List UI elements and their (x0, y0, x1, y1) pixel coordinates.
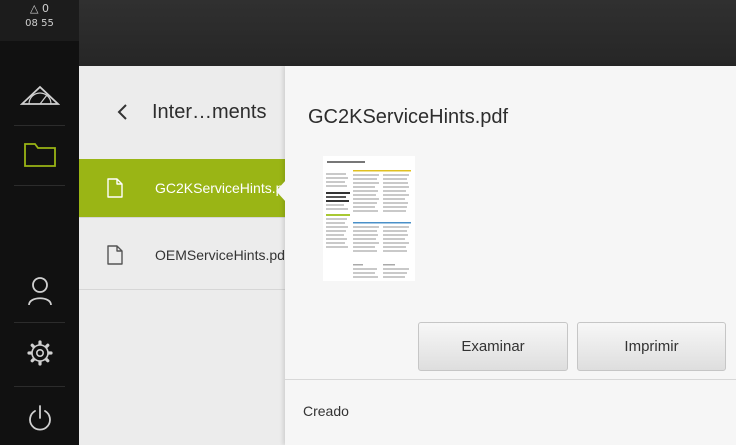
file-item[interactable]: OEMServiceHints.pdf (79, 226, 285, 284)
power-icon (28, 404, 51, 431)
sidebar: △ 0 08 55 (0, 0, 79, 445)
folder-header: Inter…ments (79, 66, 285, 159)
status-area: △ 0 08 55 (0, 0, 79, 41)
sidebar-item-power[interactable] (0, 390, 79, 445)
file-icon (107, 245, 123, 265)
examine-button[interactable]: Examinar (418, 322, 568, 371)
divider (14, 386, 65, 387)
created-label: Creado (303, 403, 349, 419)
selection-pointer (276, 180, 286, 202)
folder-title: Inter…ments (152, 101, 267, 123)
file-item-selected[interactable]: GC2KServiceHints.pdf (79, 159, 285, 217)
preview-title: GC2KServiceHints.pdf (308, 106, 509, 128)
file-name: GC2KServiceHints.pdf (155, 180, 285, 196)
file-list-panel: Inter…ments GC2KServiceHints.pdf OEMServ… (79, 66, 285, 445)
print-button[interactable]: Imprimir (577, 322, 726, 371)
warning-count: 0 (41, 2, 49, 15)
clock: 08 55 (25, 18, 54, 29)
document-thumbnail (323, 156, 415, 281)
file-icon (107, 178, 123, 198)
file-preview-panel: GC2KServiceHints.pdf Examinar Imprimir C… (285, 66, 736, 445)
divider (79, 217, 285, 218)
divider (14, 185, 65, 186)
divider (79, 289, 285, 290)
user-icon (27, 277, 52, 306)
top-bar (79, 0, 736, 66)
measure-icon (19, 85, 60, 105)
sidebar-item-user[interactable] (0, 262, 79, 320)
back-chevron-icon[interactable] (112, 96, 132, 128)
divider (14, 322, 65, 323)
warning-indicator[interactable]: △ 0 (0, 2, 79, 15)
divider (285, 379, 736, 380)
warning-icon: △ (30, 2, 39, 15)
document-preview-image (326, 161, 411, 278)
sidebar-item-measure[interactable] (0, 66, 79, 124)
sidebar-item-files[interactable] (0, 126, 79, 184)
gear-icon (26, 340, 53, 366)
file-name: OEMServiceHints.pdf (155, 247, 285, 263)
folder-icon (23, 143, 56, 167)
sidebar-item-settings[interactable] (0, 324, 79, 382)
